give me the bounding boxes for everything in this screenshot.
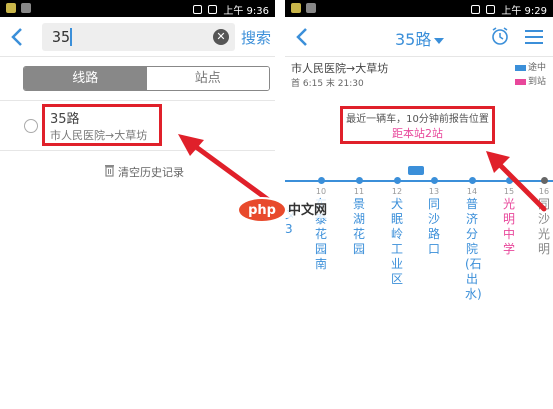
search-value: 35: [52, 28, 71, 46]
history-clock-icon: [24, 119, 38, 133]
stop-dot: [468, 177, 476, 184]
legend-en-route: 途中: [515, 60, 546, 73]
nearest-bus-box: 最近一辆车，10分钟前报告位置 距本站2站: [340, 106, 495, 144]
search-header: 35 ✕ 搜索: [0, 17, 275, 57]
battery-icon: [486, 5, 496, 14]
route-title[interactable]: 35路: [395, 26, 445, 50]
line-hours: 首 6:15 末 21:30: [291, 79, 364, 89]
nearest-bus-text: 最近一辆车，10分钟前报告位置: [346, 114, 489, 125]
bus-arrived-icon: [515, 78, 526, 85]
route-header: 35路: [285, 17, 553, 57]
annotation-arrow-right: [486, 151, 547, 212]
php-logo: php: [237, 197, 287, 223]
app-notification-icon: [6, 3, 16, 13]
status-bar: 上午 9:36: [0, 0, 275, 17]
bus-en-route-icon: [515, 64, 526, 71]
stop-dot: [430, 177, 438, 184]
app-notification-icon: [291, 3, 301, 13]
legend-arrived: 到站: [515, 74, 546, 87]
status-bar: 上午 9:29: [285, 0, 553, 17]
clear-input-icon[interactable]: ✕: [213, 29, 229, 45]
search-button[interactable]: 搜索: [241, 27, 271, 48]
route-title-text: 35路: [395, 30, 432, 49]
back-icon[interactable]: [10, 27, 24, 47]
bus-icon: [408, 166, 424, 175]
status-time: 上午 9:29: [501, 6, 547, 17]
stop-dot: [317, 177, 325, 184]
status-time: 上午 9:36: [223, 6, 269, 17]
text-cursor: [70, 28, 72, 46]
history-item-title[interactable]: 35路: [50, 108, 80, 127]
watermark-site: 中文网: [286, 199, 330, 218]
image-notification-icon: [306, 3, 316, 13]
stop-10[interactable]: 10 东泰花园南: [309, 176, 333, 272]
alarm-clock-icon[interactable]: [490, 26, 510, 46]
battery-icon: [208, 5, 218, 14]
dropdown-icon: [434, 37, 445, 44]
image-notification-icon: [21, 3, 31, 13]
stop-12[interactable]: 12 犬眠岭工业区: [385, 176, 409, 287]
signal-icon: [193, 5, 203, 14]
distance-text: 距本站2站: [392, 127, 443, 140]
menu-icon[interactable]: [525, 29, 543, 44]
history-item-route[interactable]: 市人民医院→大草坊: [50, 127, 147, 143]
search-type-segment: 线路 站点: [23, 66, 270, 91]
trash-icon[interactable]: [104, 164, 115, 177]
line-direction: 市人民医院→大草坊: [291, 62, 389, 75]
tab-route[interactable]: 线路: [24, 67, 147, 90]
back-icon[interactable]: [295, 27, 309, 47]
stop-dot: [355, 177, 363, 184]
search-input[interactable]: 35 ✕: [42, 23, 235, 51]
tab-stop[interactable]: 站点: [146, 67, 269, 90]
stop-dot: [393, 177, 401, 184]
divider: [0, 100, 275, 101]
stop-11[interactable]: 11 景湖花园: [347, 176, 371, 257]
stop-13[interactable]: 13 同沙路口: [422, 176, 446, 257]
signal-icon: [471, 5, 481, 14]
